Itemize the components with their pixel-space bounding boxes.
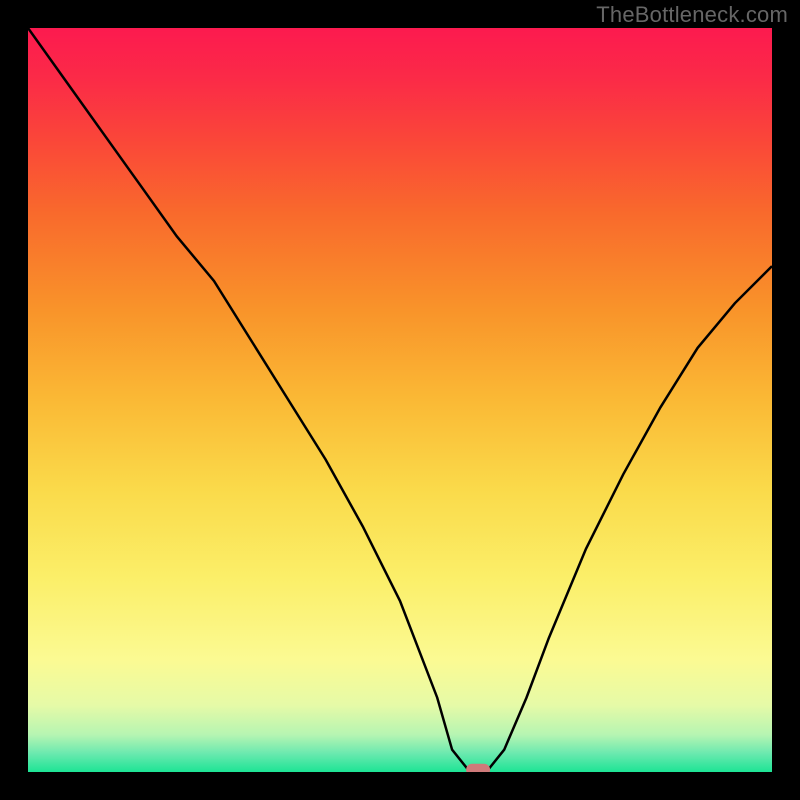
chart-plot-area bbox=[28, 28, 772, 772]
chart-svg bbox=[28, 28, 772, 772]
watermark-text: TheBottleneck.com bbox=[596, 2, 788, 28]
optimal-point-marker bbox=[466, 764, 490, 772]
chart-background bbox=[28, 28, 772, 772]
